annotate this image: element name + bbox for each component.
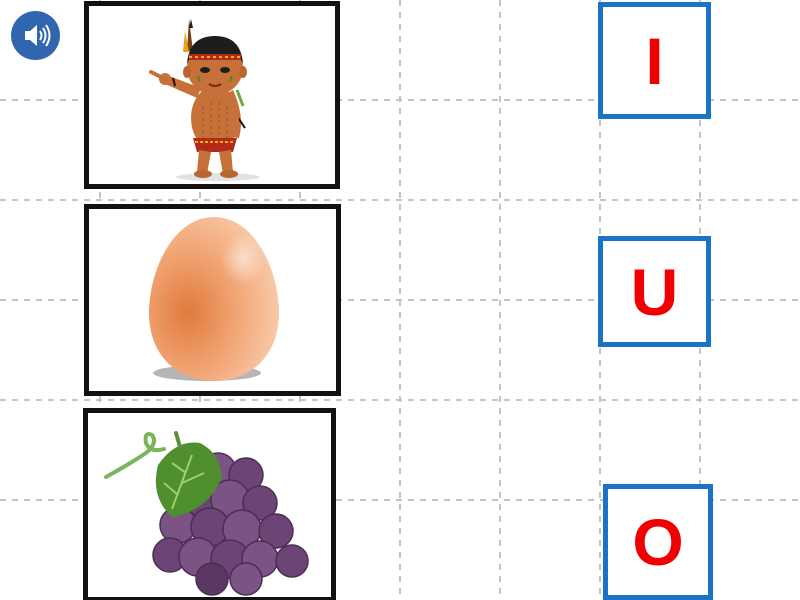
egg-picture <box>149 217 279 381</box>
letter-card-i[interactable]: I <box>598 2 711 119</box>
speaker-icon <box>25 24 51 47</box>
grapes-picture <box>104 431 309 596</box>
sound-button[interactable] <box>11 11 60 60</box>
picture-card-egg[interactable] <box>84 204 341 396</box>
letter-u-text: U <box>630 254 679 329</box>
native-boy-picture <box>149 19 260 181</box>
letter-card-u[interactable]: U <box>598 236 711 347</box>
activity-canvas: I U O <box>0 0 800 600</box>
letter-o-text: O <box>632 505 684 579</box>
letter-card-o[interactable]: O <box>603 484 713 600</box>
picture-card-grapes[interactable] <box>83 408 336 600</box>
picture-card-boy[interactable] <box>84 1 340 189</box>
letter-i-text: I <box>645 23 664 98</box>
